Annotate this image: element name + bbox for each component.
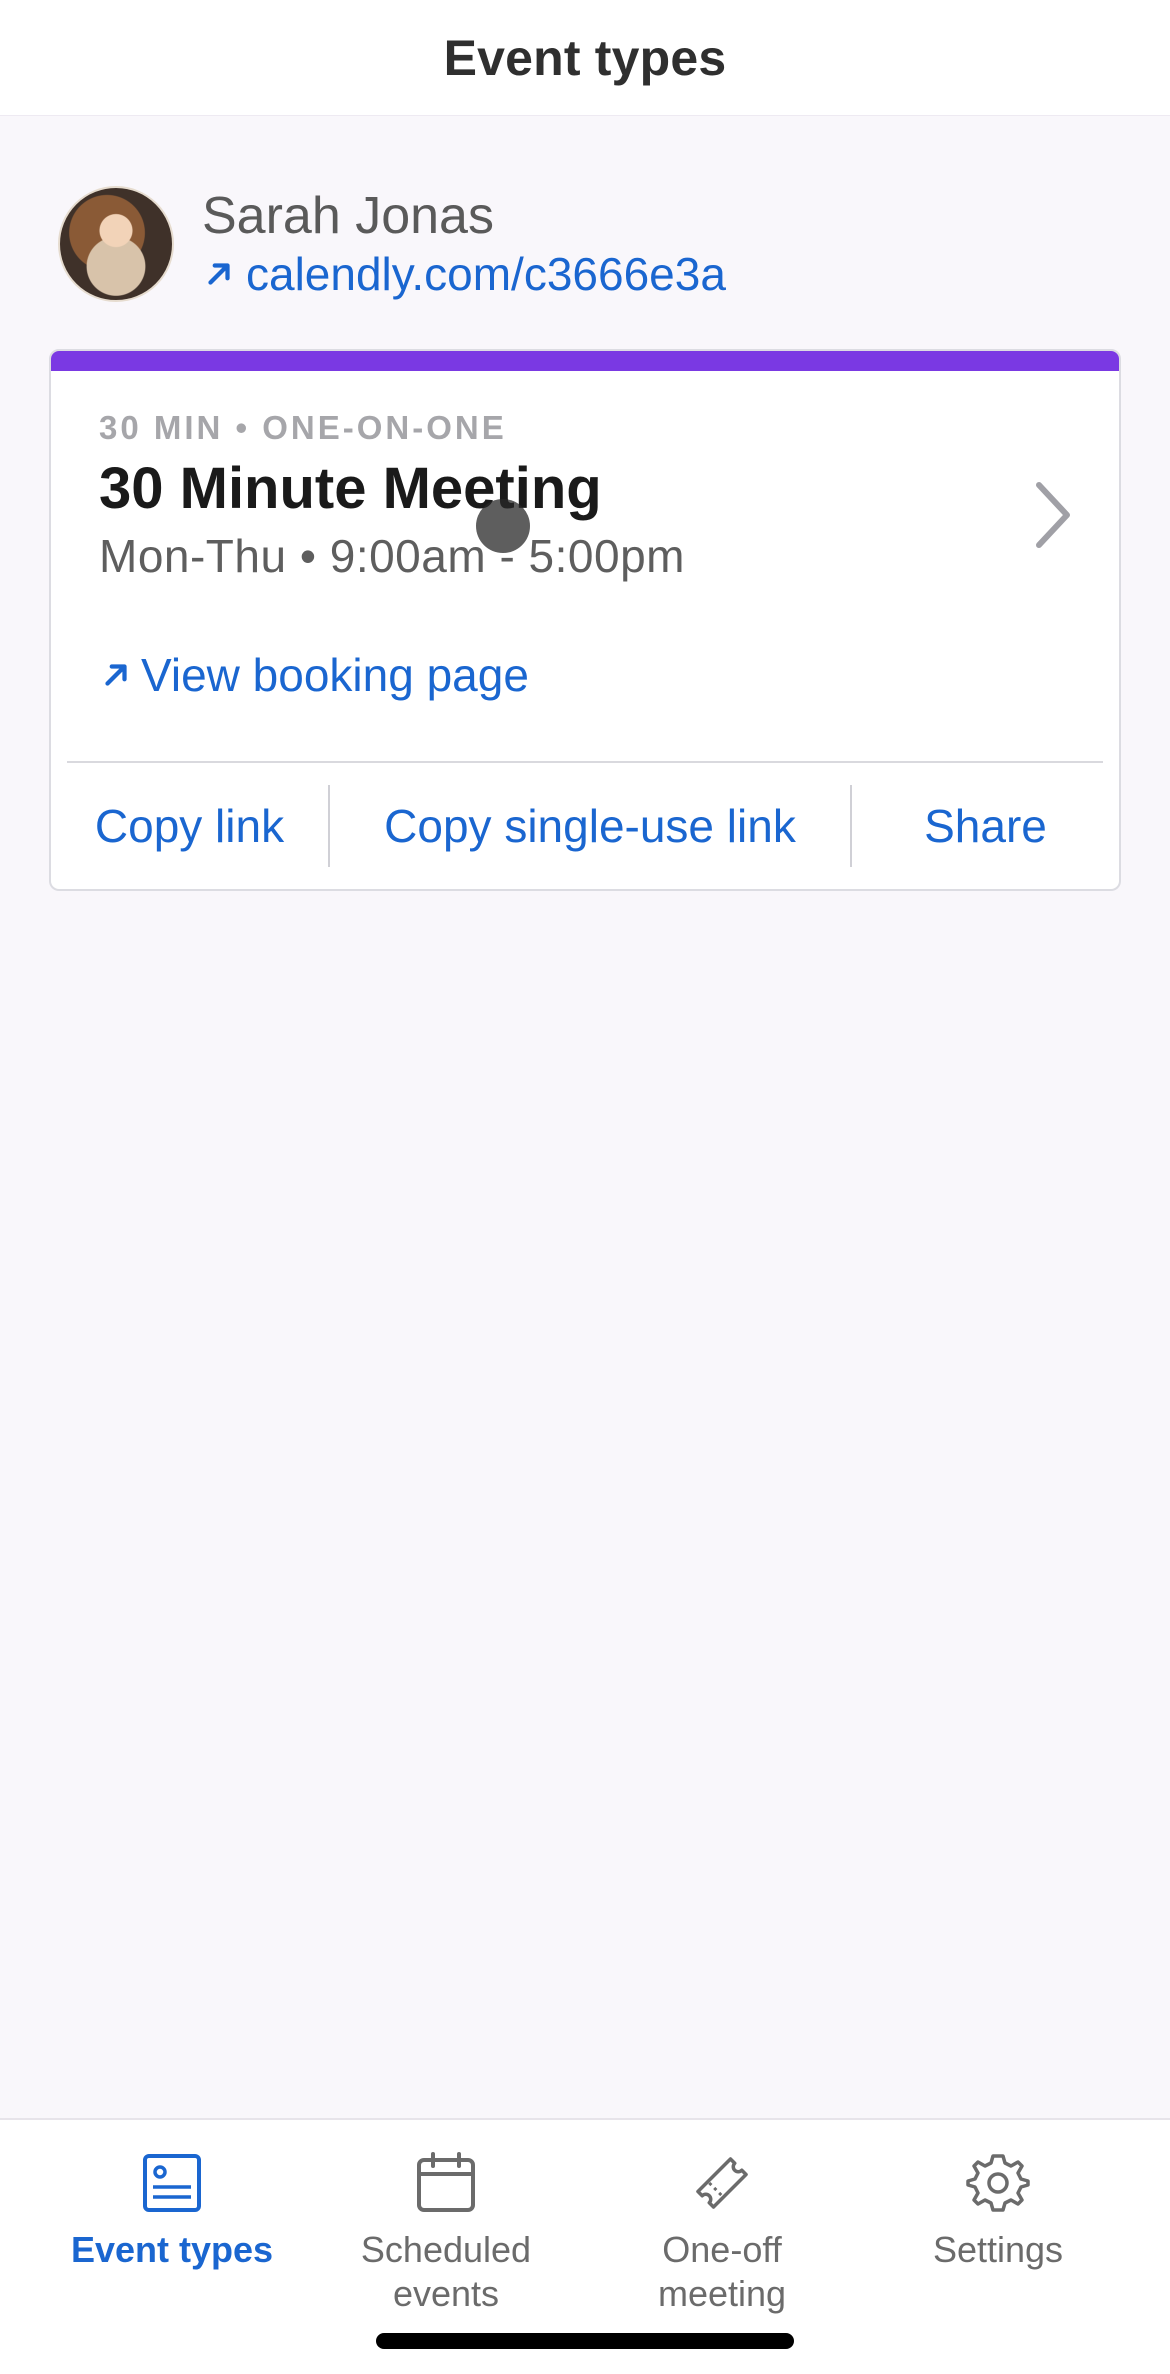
card-body: 30 MIN • ONE-ON-ONE 30 Minute Meeting Mo… (51, 409, 1119, 705)
copy-single-use-link-button[interactable]: Copy single-use link (330, 763, 850, 889)
profile-name: Sarah Jonas (202, 187, 494, 245)
tab-one-off-meeting[interactable]: One-off meeting (602, 2150, 842, 2316)
card-accent-bar (51, 351, 1119, 371)
copy-link-button[interactable]: Copy link (51, 763, 328, 889)
tab-settings[interactable]: Settings (878, 2150, 1118, 2272)
tab-label: Scheduled events (360, 2229, 532, 2314)
event-hours: Mon-Thu • 9:00am - 5:00pm (99, 530, 685, 582)
calendar-icon (417, 2152, 475, 2212)
view-booking-label: View booking page (141, 649, 529, 701)
tab-event-types[interactable]: Event types (52, 2150, 292, 2272)
tab-label: One-off meeting (657, 2229, 787, 2314)
external-link-icon (105, 664, 127, 686)
event-title: 30 Minute Meeting (99, 456, 602, 521)
chevron-right-icon[interactable] (1029, 477, 1079, 553)
page-title: Event types (443, 29, 727, 86)
tab-scheduled-events[interactable]: Scheduled events (326, 2150, 566, 2316)
card-actions: Copy link Copy single-use link Share (51, 763, 1119, 889)
app-root: Event types Sarah Jonas calendly.com/c36… (0, 0, 1170, 2374)
profile-link[interactable]: calendly.com/c3666e3a (202, 247, 726, 301)
share-button[interactable]: Share (852, 763, 1119, 889)
touch-indicator (476, 499, 530, 553)
profile-info: Sarah Jonas calendly.com/c3666e3a (202, 187, 726, 301)
home-indicator (376, 2333, 794, 2349)
ticket-icon (696, 2157, 748, 2209)
avatar[interactable] (58, 186, 174, 302)
view-booking-page-link[interactable]: View booking page (99, 645, 1071, 705)
profile-section: Sarah Jonas calendly.com/c3666e3a (58, 186, 726, 302)
event-type-card[interactable]: 30 MIN • ONE-ON-ONE 30 Minute Meeting Mo… (49, 349, 1121, 891)
event-meta: 30 MIN • ONE-ON-ONE (99, 409, 507, 446)
profile-link-text: calendly.com/c3666e3a (246, 248, 726, 300)
event-types-icon (143, 2154, 201, 2212)
tab-label: Event types (70, 2229, 274, 2270)
external-link-icon (208, 263, 230, 285)
gear-icon (966, 2154, 1030, 2212)
tab-label: Settings (932, 2229, 1064, 2270)
top-header: Event types (0, 0, 1170, 116)
